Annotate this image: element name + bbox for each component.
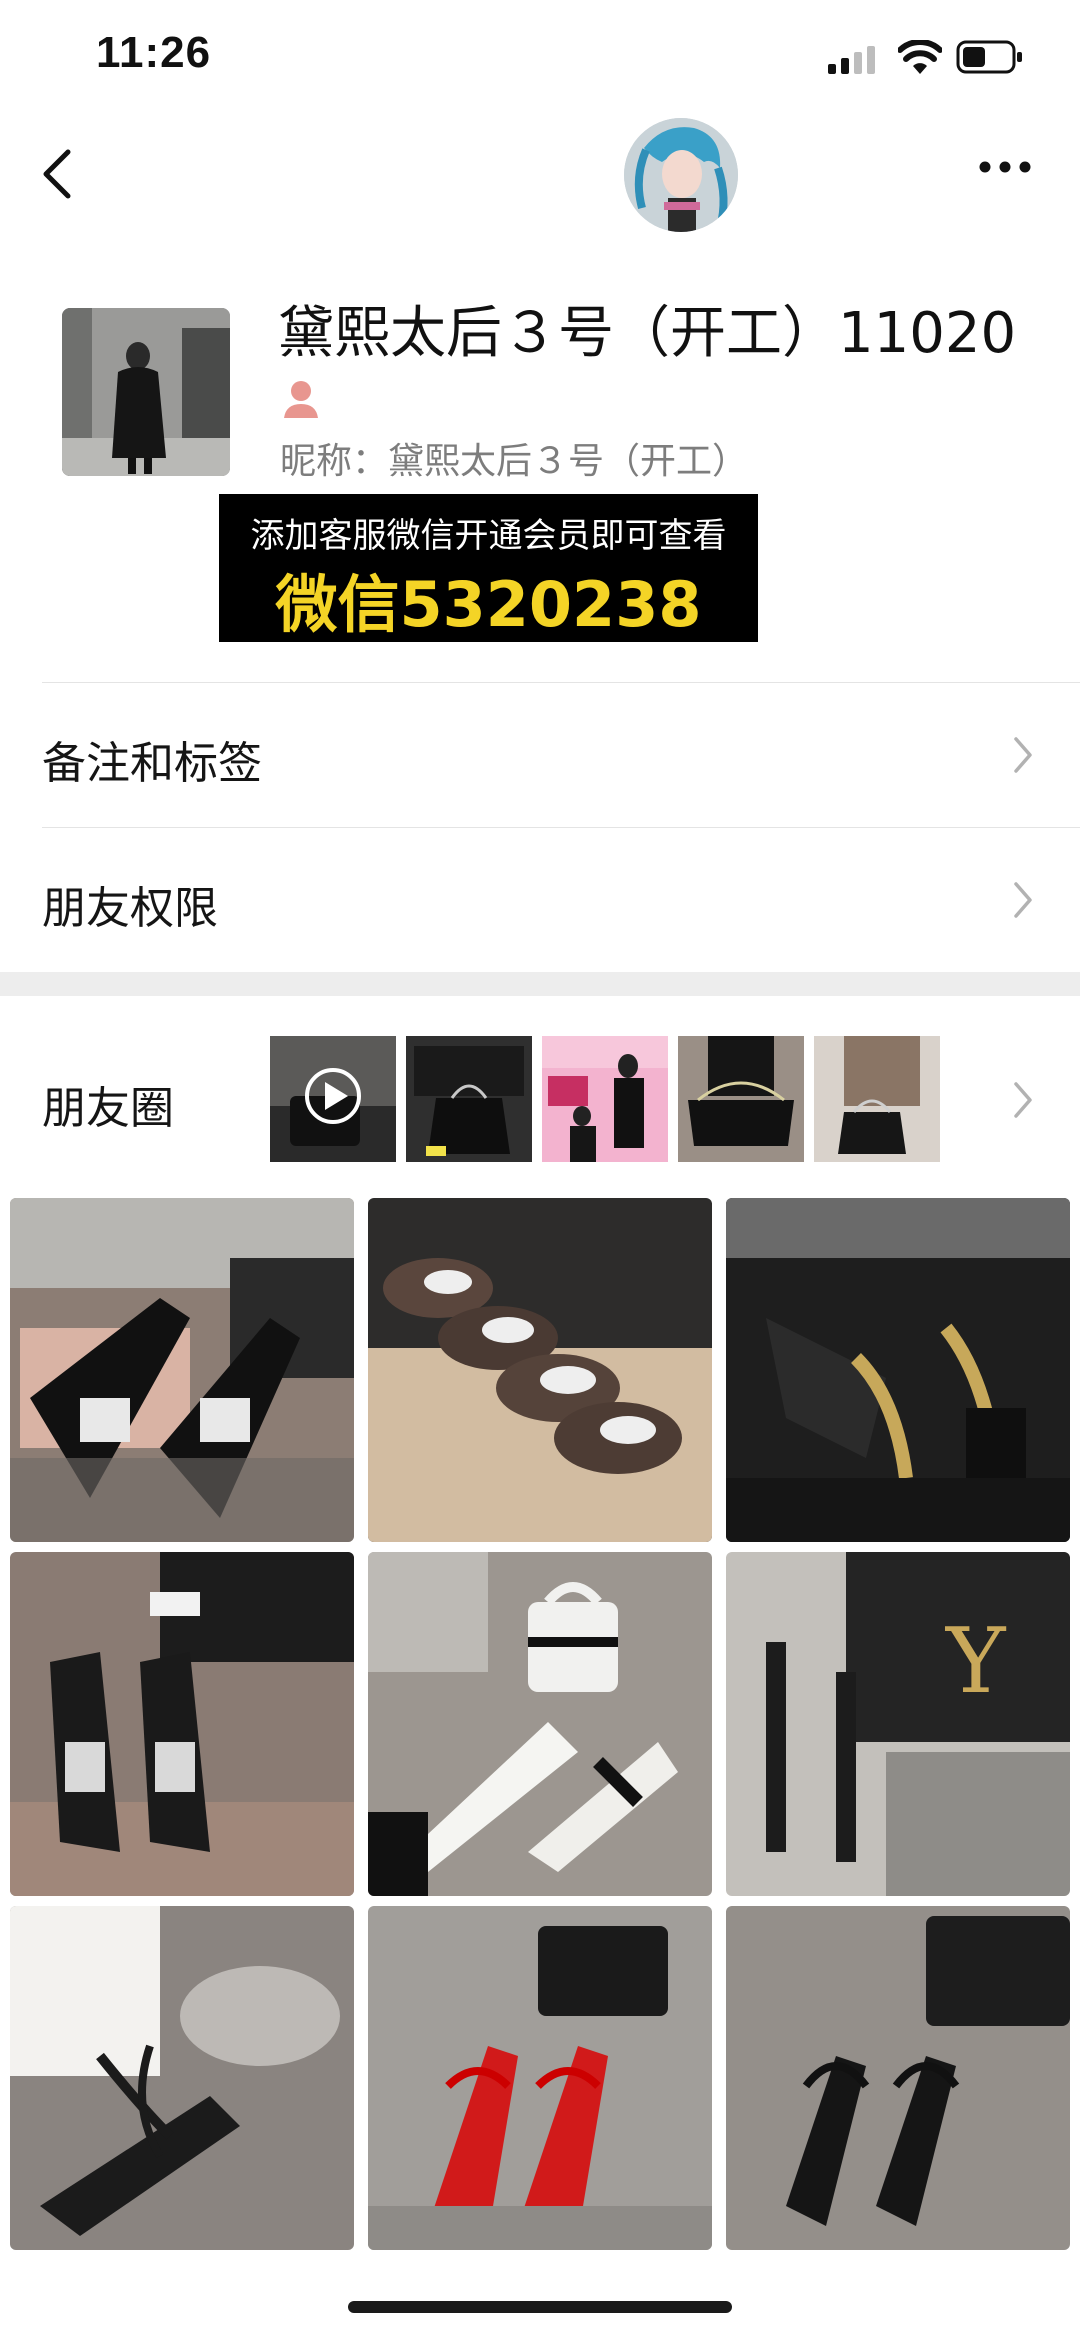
permissions-label: 朋友权限 (42, 883, 218, 934)
header-avatar[interactable] (624, 118, 738, 232)
promo-banner-wechat-id: 微信5320238 (275, 568, 702, 641)
back-chevron-icon[interactable] (38, 146, 78, 202)
svg-text:Y: Y (944, 1609, 1007, 1714)
nickname: 昵称：黛熙太后３号（开工） (280, 441, 749, 482)
black-strappy-heels-image (726, 1906, 1070, 2250)
photo-grid-item[interactable] (726, 1906, 1070, 2250)
wifi-icon (898, 40, 942, 74)
avatar-illustration (624, 118, 738, 232)
moments-label: 朋友圈 (42, 1083, 174, 1134)
photo-grid-item[interactable] (10, 1552, 354, 1896)
home-indicator[interactable] (348, 2301, 732, 2313)
permissions-row[interactable]: 朋友权限 (0, 828, 1080, 972)
moments-thumbnail[interactable] (542, 1036, 668, 1162)
bag-box-thumbnail-image (406, 1036, 532, 1162)
more-options-icon[interactable] (978, 160, 1032, 174)
white-pointed-pumps-image (368, 1552, 712, 1896)
red-strappy-heels-image (368, 1906, 712, 2250)
chevron-right-icon (1014, 1082, 1032, 1118)
chevron-right-icon (1014, 882, 1032, 918)
photo-grid-item[interactable] (368, 1552, 712, 1896)
person-icon (284, 381, 318, 418)
handbag-thumbnail-image (814, 1036, 940, 1162)
pink-poster-thumbnail-image (542, 1036, 668, 1162)
remarks-label: 备注和标签 (42, 738, 262, 789)
video-thumbnail-image (270, 1036, 396, 1162)
crystal-buckle-pumps-image (10, 1198, 354, 1542)
chevron-right-icon (1014, 737, 1032, 773)
photo-grid-item[interactable] (368, 1198, 712, 1542)
chain-bag-thumbnail-image (678, 1036, 804, 1162)
photo-grid-item[interactable] (10, 1906, 354, 2250)
promo-banner-text: 添加客服微信开通会员即可查看 (250, 516, 727, 556)
profile-name: 黛熙太后３号（开工）11020 (278, 301, 1017, 366)
photo-grid-item[interactable] (368, 1906, 712, 2250)
moments-thumbnail[interactable] (270, 1036, 396, 1162)
ysl-bag-sandals-image: Y (726, 1552, 1070, 1896)
cellular-signal-icon (828, 46, 875, 74)
sneakers-row-image (368, 1198, 712, 1542)
moments-thumbnail[interactable] (406, 1036, 532, 1162)
slingback-crystal-heels-image (10, 1552, 354, 1896)
profile-photo[interactable] (62, 308, 230, 476)
photo-grid-item[interactable] (726, 1198, 1070, 1542)
status-time: 11:26 (96, 28, 212, 77)
black-strappy-sandals-image (10, 1906, 354, 2250)
moments-thumbnail[interactable] (678, 1036, 804, 1162)
moments-thumbnail[interactable] (814, 1036, 940, 1162)
photo-grid-item[interactable] (10, 1198, 354, 1542)
profile-photo-image (62, 308, 230, 476)
battery-icon (956, 40, 1022, 74)
section-separator (0, 972, 1080, 996)
promo-banner: 添加客服微信开通会员即可查看 微信5320238 (219, 494, 758, 642)
remarks-row[interactable]: 备注和标签 (0, 683, 1080, 827)
photo-grid-item[interactable]: Y (726, 1552, 1070, 1896)
gold-sandals-image (726, 1198, 1070, 1542)
